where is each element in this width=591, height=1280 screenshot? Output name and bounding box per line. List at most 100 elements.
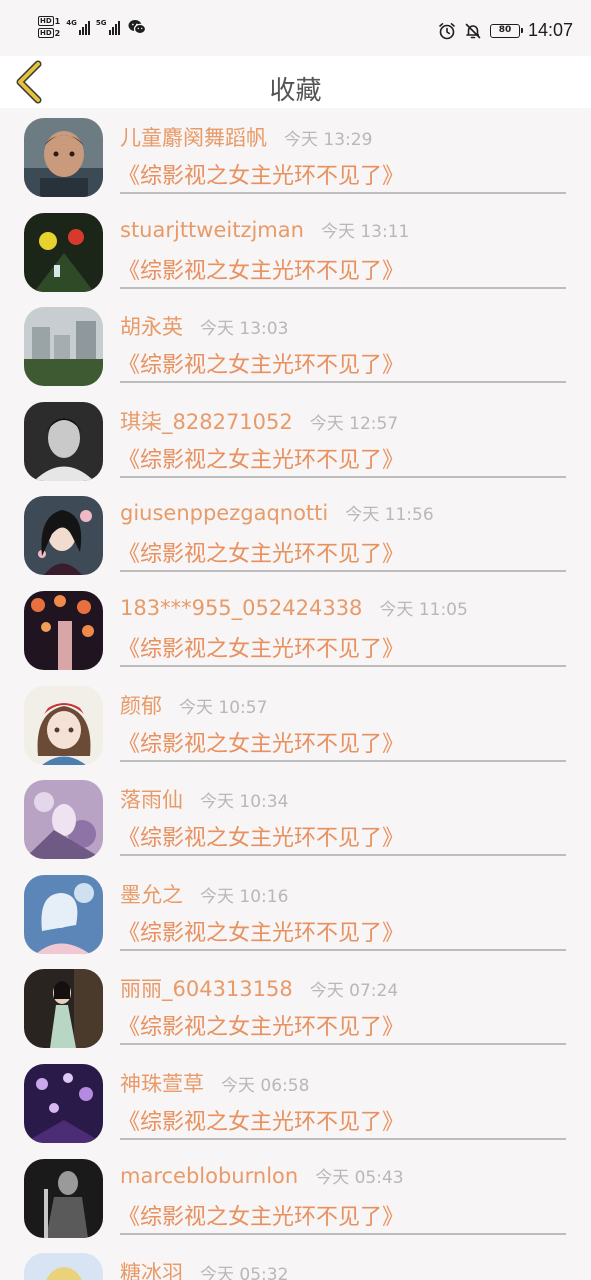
user-name[interactable]: stuarjttweitzjman — [120, 218, 304, 242]
list-item[interactable]: 落雨仙 今天 10:34 《综影视之女主光环不见了》 — [0, 770, 591, 865]
status-bar: HD 1 HD 2 4G 5G 80 14:07 — [0, 0, 591, 56]
avatar[interactable] — [24, 685, 103, 765]
user-name[interactable]: 神珠萱草 — [120, 1068, 204, 1098]
avatar-image — [24, 118, 103, 197]
user-name[interactable]: 胡永英 — [120, 311, 183, 341]
list-item[interactable]: 糖冰羽今天 05:32《综影视之女主光环不见了》 — [0, 1243, 591, 1280]
user-name[interactable]: 颜郁 — [120, 690, 162, 720]
avatar-image — [24, 685, 103, 765]
signal-bars-icon — [78, 19, 90, 35]
list-item[interactable]: stuarjttweitzjman 今天 13:11 《综影视之女主光环不见了》 — [0, 203, 591, 298]
avatar-image — [24, 307, 103, 387]
divider — [120, 1043, 566, 1046]
list-item[interactable]: 胡永英 今天 13:03 《综影视之女主光环不见了》 — [0, 297, 591, 392]
book-title-link[interactable]: 《综影视之女主光环不见了》 — [118, 536, 404, 568]
name-line: 琪柒_828271052 今天 12:57 — [120, 406, 398, 436]
name-line: giusenppezgaqnotti 今天 11:56 — [120, 500, 434, 525]
divider — [120, 381, 566, 384]
name-line: 颜郁 今天 10:57 — [120, 690, 267, 720]
list-item[interactable]: 琪柒_828271052 今天 12:57 《综影视之女主光环不见了》 — [0, 392, 591, 487]
list-item[interactable]: marcebloburnlon 今天 05:43 《综影视之女主光环不见了》 — [0, 1149, 591, 1244]
wechat-icon — [128, 20, 146, 35]
signal-bars-icon — [108, 19, 120, 35]
list-item[interactable]: 丽丽_604313158 今天 07:24 《综影视之女主光环不见了》 — [0, 959, 591, 1054]
list-item[interactable]: 墨允之 今天 10:16 《综影视之女主光环不见了》 — [0, 865, 591, 960]
avatar[interactable] — [24, 212, 103, 292]
user-name[interactable]: 儿童麝阕舞蹈帆 — [120, 122, 267, 152]
avatar-image — [24, 212, 103, 292]
network-type-1: 4G — [66, 19, 77, 27]
divider — [120, 1232, 566, 1235]
divider — [120, 286, 566, 289]
sim2-index: 2 — [54, 28, 61, 38]
timestamp: 今天 13:03 — [200, 319, 289, 340]
signal-2: 5G — [96, 19, 120, 35]
list-item[interactable]: 颜郁 今天 10:57 《综影视之女主光环不见了》 — [0, 676, 591, 771]
nav-bar: 收藏 — [0, 56, 591, 108]
divider — [120, 570, 566, 573]
timestamp: 今天 05:32 — [200, 1265, 289, 1280]
avatar[interactable] — [24, 1064, 103, 1143]
timestamp: 今天 11:56 — [345, 505, 434, 526]
list-item[interactable]: giusenppezgaqnotti 今天 11:56 《综影视之女主光环不见了》 — [0, 486, 591, 581]
avatar[interactable] — [24, 969, 103, 1049]
timestamp: 今天 07:24 — [309, 981, 399, 1002]
name-line: 丽丽_604313158 今天 07:24 — [120, 973, 398, 1003]
divider — [120, 854, 566, 857]
user-name[interactable]: 183***955_052424338 — [120, 596, 362, 620]
user-name[interactable]: 糖冰羽 — [120, 1257, 183, 1280]
timestamp: 今天 06:58 — [221, 1076, 310, 1096]
book-title-link[interactable]: 《综影视之女主光环不见了》 — [118, 1199, 404, 1231]
bell-muted-icon — [465, 23, 481, 38]
avatar-image — [24, 780, 103, 860]
name-line: marcebloburnlon 今天 05:43 — [120, 1163, 404, 1188]
book-title-link[interactable]: 《综影视之女主光环不见了》 — [118, 1009, 404, 1041]
list-item[interactable]: 儿童麝阕舞蹈帆 今天 13:29 《综影视之女主光环不见了》 — [0, 108, 591, 203]
user-name[interactable]: giusenppezgaqnotti — [120, 501, 328, 525]
list-item[interactable]: 神珠萱草 今天 06:58 《综影视之女主光环不见了》 — [0, 1054, 591, 1149]
avatar[interactable] — [24, 591, 103, 670]
book-title-link[interactable]: 《综影视之女主光环不见了》 — [118, 442, 404, 474]
avatar[interactable] — [24, 307, 103, 387]
avatar[interactable] — [24, 1158, 103, 1238]
book-title-link[interactable]: 《综影视之女主光环不见了》 — [118, 820, 404, 852]
user-name[interactable]: 琪柒_828271052 — [120, 406, 293, 436]
user-name[interactable]: 落雨仙 — [120, 784, 183, 814]
name-line: 神珠萱草 今天 06:58 — [120, 1068, 309, 1098]
avatar[interactable] — [24, 780, 103, 860]
avatar[interactable] — [24, 496, 103, 576]
avatar[interactable] — [24, 874, 103, 954]
list-item[interactable]: 183***955_052424338 今天 11:05 《综影视之女主光环不见了》 — [0, 581, 591, 676]
clock: 14:07 — [527, 20, 573, 40]
user-name[interactable]: 丽丽_604313158 — [120, 973, 293, 1003]
avatar[interactable] — [24, 401, 103, 481]
book-title-link[interactable]: 《综影视之女主光环不见了》 — [118, 1104, 404, 1136]
avatar-image — [24, 401, 103, 481]
avatar-image — [24, 496, 103, 576]
sim1-index: 1 — [54, 16, 61, 26]
name-line: 183***955_052424338 今天 11:05 — [120, 595, 468, 620]
book-title-link[interactable]: 《综影视之女主光环不见了》 — [118, 915, 404, 947]
divider — [120, 1138, 566, 1140]
sim2-hd-badge: HD — [38, 28, 54, 38]
book-title-link[interactable]: 《综影视之女主光环不见了》 — [118, 347, 404, 379]
name-line: 墨允之 今天 10:16 — [120, 879, 288, 909]
page-title: 收藏 — [269, 76, 322, 106]
user-name[interactable]: marcebloburnlon — [120, 1164, 298, 1188]
user-name[interactable]: 墨允之 — [120, 879, 183, 909]
timestamp: 今天 13:11 — [320, 221, 410, 242]
book-title-link[interactable]: 《综影视之女主光环不见了》 — [118, 158, 404, 190]
book-title-link[interactable]: 《综影视之女主光环不见了》 — [118, 726, 404, 758]
avatar[interactable] — [24, 1253, 103, 1280]
timestamp: 今天 10:34 — [200, 792, 289, 813]
status-right: 80 14:07 — [438, 20, 573, 41]
avatar[interactable] — [24, 118, 103, 197]
name-line: 儿童麝阕舞蹈帆 今天 13:29 — [120, 122, 372, 152]
sim-indicators: HD 1 HD 2 — [38, 16, 60, 38]
avatar-image — [24, 591, 103, 670]
book-title-link[interactable]: 《综影视之女主光环不见了》 — [118, 253, 404, 285]
battery-icon: 80 — [489, 23, 523, 38]
timestamp: 今天 11:05 — [379, 600, 468, 620]
timestamp: 今天 13:29 — [284, 130, 373, 150]
book-title-link[interactable]: 《综影视之女主光环不见了》 — [118, 631, 404, 663]
